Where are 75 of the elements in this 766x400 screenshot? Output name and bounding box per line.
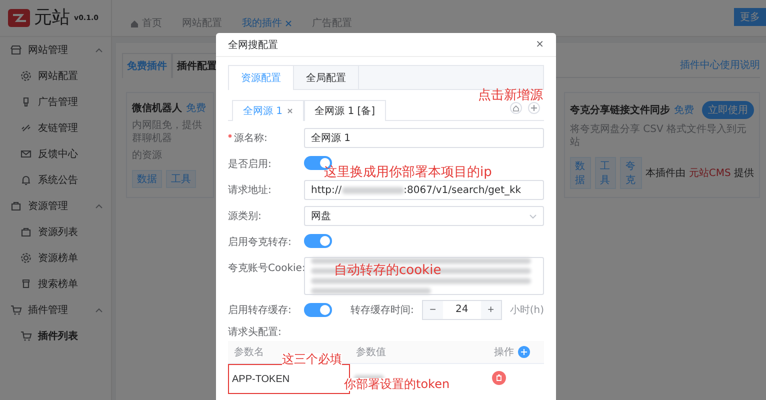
cart-icon	[20, 330, 32, 342]
field-label: 启用转存缓存:	[228, 304, 292, 317]
sidebar-item[interactable]: 资源列表	[0, 219, 111, 245]
field-label: 请求地址:	[228, 184, 272, 197]
cart-icon	[10, 304, 22, 316]
tag: 工具	[595, 157, 616, 189]
tag: 夸克	[620, 157, 642, 189]
gear-icon	[20, 252, 32, 264]
field-label: 是否启用:	[228, 158, 272, 171]
annotation-text: 自动转存的cookie	[334, 262, 442, 279]
field-label: 启用夸克转存:	[228, 236, 292, 249]
sidebar-item[interactable]: 网站配置	[0, 63, 111, 89]
plugin-title: 夸克分享链接文件同步	[570, 103, 670, 117]
source-tab[interactable]: 全网源 1 [备]	[304, 100, 386, 121]
logo-text: 元站	[34, 9, 70, 27]
annotation-text: 点击新增源	[478, 87, 543, 104]
dialog-tab[interactable]: 资源配置	[229, 66, 294, 90]
home-icon[interactable]	[510, 102, 522, 114]
unit-label: 小时(h)	[510, 304, 544, 317]
store-icon	[10, 44, 22, 56]
column-header: 参数值	[356, 347, 386, 358]
free-label: 免费	[674, 104, 694, 117]
sidebar-group[interactable]: 资源管理	[0, 193, 111, 219]
delete-icon[interactable]	[492, 370, 506, 384]
home-icon	[130, 18, 139, 28]
bag-icon	[10, 200, 22, 212]
toggle-switch[interactable]	[304, 303, 332, 317]
cache-time-stepper[interactable]: − 24 +	[422, 300, 502, 320]
field-label: 源名称:	[228, 131, 304, 145]
free-label: 免费	[186, 102, 206, 115]
increment-button[interactable]: +	[480, 301, 501, 319]
close-button[interactable]: ×	[536, 39, 544, 50]
dialog-tab[interactable]: 全局配置	[294, 66, 359, 90]
column-header: 操作	[494, 346, 514, 359]
cup-icon	[20, 278, 32, 290]
sidebar-group[interactable]: 插件管理	[0, 297, 111, 323]
chevron-down-icon	[529, 214, 537, 218]
sidebar-item[interactable]: 资源榜单	[0, 245, 111, 271]
bag-icon	[20, 226, 32, 238]
field-label: 源类别:	[228, 210, 262, 223]
sidebar-item[interactable]: 插件列表	[0, 323, 111, 349]
close-icon[interactable]	[285, 20, 292, 26]
tag: 工具	[166, 170, 196, 188]
name-field[interactable]: 全网源 1	[304, 128, 544, 148]
sidebar-item[interactable]: 搜索榜单	[0, 271, 111, 297]
cookie-textarea[interactable]	[304, 257, 544, 295]
category-select[interactable]: 网盘	[304, 206, 544, 226]
source-tab[interactable]: 全网源 1	[232, 100, 304, 121]
sidebar-group[interactable]: 网站管理	[0, 37, 111, 63]
provider-note: 本插件由 元站CMS 提供	[646, 166, 754, 180]
add-icon[interactable]	[528, 102, 540, 114]
sidebar-item[interactable]: 系统公告	[0, 167, 111, 193]
section-label: 请求头配置:	[228, 326, 282, 339]
add-icon[interactable]	[518, 346, 530, 358]
sidebar-item[interactable]: 友链管理	[0, 115, 111, 141]
url-field[interactable]: http:// :8067/v1/search/get_kk	[304, 180, 544, 200]
tag: 数据	[132, 170, 162, 188]
dialog-title: 全网搜配置	[228, 38, 278, 52]
gear-icon	[20, 70, 32, 82]
decrement-button[interactable]: −	[422, 301, 443, 319]
plugin-title: 微信机器人	[132, 102, 182, 115]
column-header: 参数名	[234, 347, 264, 358]
bell-icon	[20, 174, 32, 186]
envelope-icon	[20, 148, 32, 160]
annotation-text: 这里换成用你部署本项目的ip	[324, 164, 492, 181]
redacted-text	[342, 186, 404, 194]
sidebar-item[interactable]: 反馈中心	[0, 141, 111, 167]
close-icon[interactable]	[286, 108, 293, 114]
annotation-text: 这三个必填	[282, 353, 342, 366]
field-label: 转存缓存时间:	[350, 304, 414, 317]
sidebar-item[interactable]: 广告管理	[0, 89, 111, 115]
toggle-switch[interactable]	[304, 234, 332, 248]
logo-icon	[8, 9, 30, 27]
field-label: 夸克账号Cookie:	[228, 262, 304, 275]
tag: 数据	[570, 157, 592, 189]
